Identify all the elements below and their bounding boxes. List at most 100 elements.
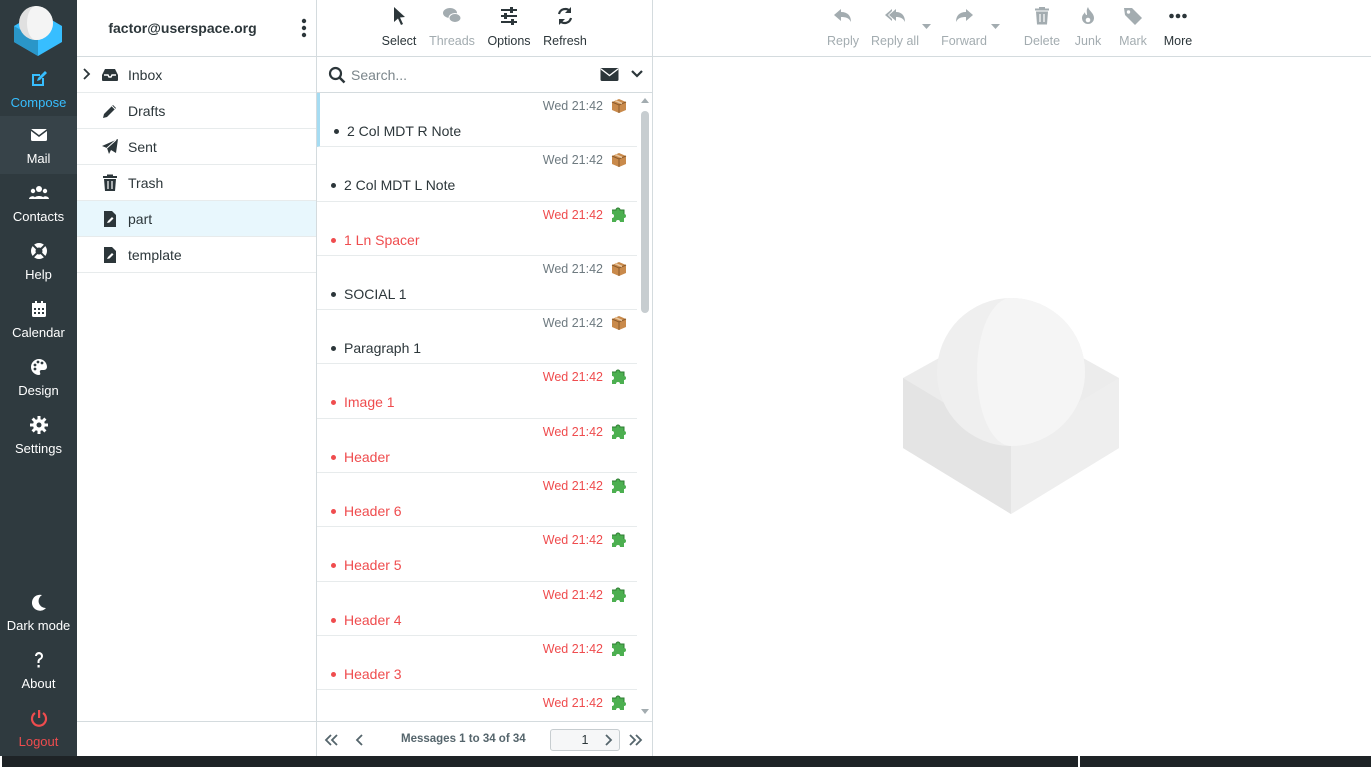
refresh-button[interactable]: Refresh [541, 6, 589, 48]
reply-all-button[interactable]: Reply all [869, 6, 921, 48]
message-row[interactable]: Wed 21:42 SOCIAL 1 [317, 256, 637, 311]
mark-button[interactable]: Mark [1114, 6, 1152, 48]
scroll-down-icon[interactable] [641, 709, 649, 715]
message-list-scrollbar[interactable] [638, 93, 652, 721]
folder-trash[interactable]: Trash [77, 165, 316, 201]
about-nav-item[interactable]: About [0, 641, 77, 699]
folder-template[interactable]: template [77, 237, 316, 273]
about-label: About [21, 676, 56, 691]
message-count: Messages 1 to 34 of 34 [401, 733, 526, 745]
search-icon[interactable] [328, 66, 346, 84]
folder-label: part [128, 211, 153, 227]
trash-icon [103, 174, 117, 191]
status-dot-icon [331, 454, 336, 460]
forward-dropdown-icon[interactable] [991, 24, 1000, 30]
first-page-icon[interactable] [323, 732, 339, 748]
chevron-right-icon[interactable] [82, 68, 92, 80]
scroll-up-icon[interactable] [641, 97, 649, 103]
folder-label: Drafts [128, 103, 166, 119]
contacts-nav-item[interactable]: Contacts [0, 174, 77, 232]
folder-sent[interactable]: Sent [77, 129, 316, 165]
message-list-panel: Select Threads Options Refresh Wed 21:42… [317, 0, 653, 756]
kebab-menu-icon[interactable] [300, 18, 308, 38]
settings-nav-item[interactable]: Settings [0, 406, 77, 464]
message-subject: Header 3 [344, 665, 402, 682]
search-input[interactable] [351, 65, 571, 85]
paper-plane-icon [102, 139, 118, 154]
calendar-label: Calendar [12, 325, 65, 340]
status-dot-icon [331, 509, 336, 515]
status-dot-icon [331, 617, 336, 623]
options-button[interactable]: Options [485, 6, 533, 48]
message-row[interactable]: Wed 21:42 Header 3 [317, 636, 637, 691]
help-nav-item[interactable]: Help [0, 232, 77, 290]
comments-icon [443, 8, 462, 23]
delete-button[interactable]: Delete [1022, 6, 1062, 48]
message-subject: Paragraph 1 [344, 340, 422, 357]
life-ring-icon [0, 241, 77, 265]
folder-label: Trash [128, 175, 164, 191]
package-icon [610, 151, 628, 169]
message-row[interactable]: Wed 21:42 Header 5 [317, 527, 637, 582]
ellipsis-icon [1169, 13, 1187, 19]
message-row[interactable]: Wed 21:42 Image 1 [317, 364, 637, 419]
select-button[interactable]: Select [379, 6, 419, 48]
reply-button[interactable]: Reply [823, 6, 863, 48]
calendar-nav-item[interactable]: Calendar [0, 290, 77, 348]
reply-all-label: Reply all [871, 34, 919, 48]
puzzle-icon [610, 206, 628, 224]
message-row[interactable]: Wed 21:42 2 Col MDT R Note [317, 93, 637, 148]
status-dot-icon [331, 400, 336, 406]
contacts-label: Contacts [12, 209, 65, 224]
account-email: factor@userspace.org [108, 20, 257, 36]
help-label: Help [25, 267, 52, 282]
message-subject: Header 4 [344, 611, 402, 628]
message-subject: Header 5 [344, 557, 402, 574]
message-row[interactable]: Wed 21:42 1 Ln Spacer [317, 202, 637, 256]
dark-mode-toggle[interactable]: Dark mode [0, 583, 77, 641]
scrollbar-thumb[interactable] [641, 111, 649, 313]
chevron-down-icon[interactable] [631, 69, 643, 79]
message-row[interactable]: Wed 21:42 Header 6 [317, 473, 637, 528]
mail-nav-item[interactable]: Mail [0, 116, 77, 174]
tag-icon [1124, 8, 1142, 25]
message-subject: 2 Col MDT R Note [347, 123, 462, 139]
message-date: Wed 21:42 [542, 370, 603, 385]
message-row[interactable]: Wed 21:42 Paragraph 1 [317, 310, 637, 365]
message-date: Wed 21:42 [542, 99, 603, 113]
compose-button[interactable]: Compose [0, 60, 77, 118]
forward-button[interactable]: Forward [938, 6, 990, 48]
last-page-icon[interactable] [628, 732, 644, 748]
message-row[interactable]: Wed 21:42 Header [317, 419, 637, 474]
threads-button[interactable]: Threads [426, 6, 478, 48]
folder-drafts[interactable]: Drafts [77, 93, 316, 129]
roundcube-logo[interactable] [10, 2, 66, 56]
pencil-icon [103, 105, 116, 118]
reply-all-dropdown-icon[interactable] [922, 24, 931, 30]
junk-button[interactable]: Junk [1069, 6, 1107, 48]
previous-page-icon[interactable] [352, 732, 368, 748]
message-row[interactable]: Wed 21:42 [317, 690, 637, 721]
puzzle-icon [610, 531, 628, 549]
design-nav-item[interactable]: Design [0, 348, 77, 406]
mail-label: Mail [26, 151, 51, 166]
users-icon [0, 183, 77, 207]
puzzle-icon [610, 368, 628, 386]
more-button[interactable]: More [1159, 6, 1197, 48]
palette-icon [0, 357, 77, 381]
next-page-icon[interactable] [600, 732, 616, 748]
message-date: Wed 21:42 [542, 261, 603, 276]
status-dot-icon [331, 291, 336, 297]
forward-label: Forward [941, 34, 987, 48]
folder-label: template [128, 247, 182, 263]
compose-icon [0, 69, 77, 93]
folder-label: Sent [128, 139, 157, 155]
message-row[interactable]: Wed 21:42 2 Col MDT L Note [317, 147, 637, 202]
message-date: Wed 21:42 [542, 587, 603, 602]
message-date: Wed 21:42 [542, 641, 603, 656]
logout-button[interactable]: Logout [0, 699, 77, 757]
message-row[interactable]: Wed 21:42 Header 4 [317, 582, 637, 636]
folder-inbox[interactable]: Inbox [77, 57, 316, 93]
envelope-icon[interactable] [600, 67, 619, 82]
folder-part[interactable]: part [77, 201, 316, 237]
